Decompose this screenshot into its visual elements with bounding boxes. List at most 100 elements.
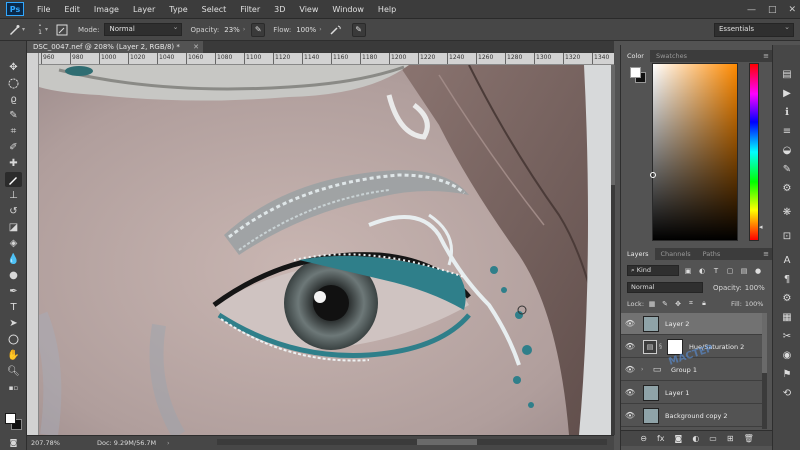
layer-row[interactable]: 👁︎ Layer 1 (621, 382, 767, 404)
menu-help[interactable]: Help (371, 0, 403, 19)
actions-icon[interactable]: ▶ (779, 86, 795, 100)
lock-pixels-icon[interactable]: ✎ (660, 300, 670, 308)
styles-icon[interactable]: ⊡ (779, 229, 795, 243)
info-icon[interactable]: ℹ (779, 105, 795, 119)
layer-style-icon[interactable]: fx (657, 434, 665, 443)
menu-3d[interactable]: 3D (267, 0, 292, 19)
brush-tool-icon[interactable] (5, 172, 22, 187)
layer-opacity-value[interactable]: 100% (745, 284, 765, 292)
menu-filter[interactable]: Filter (233, 0, 267, 19)
vertical-scrollbar-thumb[interactable] (611, 65, 615, 185)
flow-arrow-icon[interactable]: › (319, 26, 321, 33)
close-document-icon[interactable]: ✕ (193, 41, 199, 53)
path-selection-tool-icon[interactable]: ➤ (5, 316, 22, 331)
paint-bucket-tool-icon[interactable]: ◈ (5, 236, 22, 251)
layer-list-scrollbar-thumb[interactable] (762, 313, 767, 373)
maximize-button[interactable]: □ (768, 5, 777, 15)
layer-row[interactable]: 👁︎ Background copy 2 (621, 405, 767, 427)
layer-mask-thumbnail[interactable] (667, 338, 683, 355)
close-window-button[interactable]: ✕ (788, 5, 796, 15)
minimize-button[interactable]: — (747, 5, 756, 15)
menu-file[interactable]: File (30, 0, 57, 19)
visibility-eye-icon[interactable]: 👁︎ (621, 342, 639, 351)
marquee-tool-icon[interactable] (5, 76, 22, 91)
menu-window[interactable]: Window (325, 0, 371, 19)
filter-type-icon[interactable]: T (711, 266, 721, 276)
mask-link-icon[interactable]: § (659, 343, 665, 350)
history-brush-tool-icon[interactable]: ↺ (5, 204, 22, 219)
zoom-tool-icon[interactable]: 🔍︎ (5, 364, 22, 379)
character-icon[interactable]: A (779, 253, 795, 267)
brush-size-picker[interactable]: • 1 (35, 22, 45, 38)
document-tab[interactable]: DSC_0047.nef @ 208% (Layer 2, RGB/8) * ✕ (27, 41, 203, 53)
hue-slider[interactable] (749, 63, 759, 241)
layer-row[interactable]: 👁︎ › ▭ Group 1 (621, 359, 767, 381)
horizontal-scrollbar-thumb[interactable] (417, 439, 477, 445)
filter-adjustment-icon[interactable]: ◐ (697, 266, 707, 276)
new-adjustment-layer-icon[interactable]: ◐ (692, 434, 699, 443)
brush-settings-icon[interactable]: ✎ (779, 162, 795, 176)
clone-stamp-tool-icon[interactable]: ⊥ (5, 188, 22, 203)
tab-channels[interactable]: Channels (655, 248, 697, 260)
filter-smart-object-icon[interactable]: ▤ (739, 266, 749, 276)
visibility-eye-icon[interactable]: 👁︎ (621, 319, 639, 328)
color-saturation-field[interactable] (650, 63, 738, 241)
new-group-icon[interactable]: ▭ (709, 434, 717, 443)
menu-edit[interactable]: Edit (57, 0, 87, 19)
airbrush-icon[interactable] (328, 22, 344, 38)
glyphs-icon[interactable]: ⚙ (779, 291, 795, 305)
filter-shape-icon[interactable]: ▢ (725, 266, 735, 276)
color-panel-foreground-swatch[interactable] (630, 67, 641, 78)
layer-filter-kind-select[interactable]: ⌕ Kind (627, 265, 679, 276)
menu-view[interactable]: View (292, 0, 325, 19)
eyedropper-tool-icon[interactable]: ✐ (5, 140, 22, 155)
notes-icon[interactable]: ◉ (779, 348, 795, 362)
add-mask-icon[interactable]: ◙ (675, 434, 683, 443)
brush-preset-icon[interactable] (6, 22, 22, 38)
fill-value[interactable]: 100% (745, 300, 764, 308)
3d-icon[interactable]: ▦ (779, 310, 795, 324)
paragraph-icon[interactable]: ¶ (779, 272, 795, 286)
horizontal-scrollbar[interactable] (217, 439, 607, 445)
link-layers-icon[interactable]: ⊖ (640, 434, 647, 443)
filter-pixel-icon[interactable]: ▣ (683, 266, 693, 276)
hand-tool-icon[interactable]: ✋ (5, 348, 22, 363)
brush-preset-arrow-icon[interactable]: ▾ (22, 26, 25, 33)
menu-layer[interactable]: Layer (126, 0, 162, 19)
color-picker-cursor[interactable] (650, 172, 656, 178)
tab-color[interactable]: Color (621, 50, 650, 62)
visibility-eye-icon[interactable]: 👁︎ (621, 411, 639, 420)
layer-blend-mode-select[interactable]: Normal (627, 282, 703, 293)
brush-panel-icon[interactable] (54, 22, 70, 38)
tab-paths[interactable]: Paths (697, 248, 727, 260)
timeline-icon[interactable]: ✂ (779, 329, 795, 343)
visibility-eye-icon[interactable]: 👁︎ (621, 365, 639, 374)
filter-toggle-icon[interactable]: ● (753, 266, 763, 276)
history-icon[interactable]: ▤ (779, 67, 795, 81)
vertical-scrollbar[interactable] (611, 65, 615, 435)
visibility-eye-icon[interactable]: 👁︎ (621, 388, 639, 397)
workspace-select[interactable]: Essentials (714, 22, 794, 37)
opacity-arrow-icon[interactable]: › (243, 26, 245, 33)
group-expand-icon[interactable]: › (641, 366, 647, 373)
default-colors-icon[interactable]: ▪▫ (5, 383, 22, 393)
layers-panel-menu-icon[interactable]: ≡ (763, 248, 769, 260)
opacity-value[interactable]: 23% (224, 26, 240, 34)
eraser-tool-icon[interactable]: ◪ (5, 220, 22, 235)
lock-artboard-icon[interactable]: ⌗ (686, 299, 696, 308)
foreground-color-swatch[interactable] (5, 413, 16, 424)
lock-transparent-icon[interactable]: ▦ (647, 300, 657, 308)
zoom-level[interactable]: 207.78% (27, 439, 67, 447)
image-canvas[interactable] (39, 65, 611, 435)
hue-slider-arrow-icon[interactable]: ◂ (759, 223, 763, 231)
pressure-size-icon[interactable]: ✎ (351, 22, 366, 37)
menu-type[interactable]: Type (162, 0, 194, 19)
type-tool-icon[interactable]: T (5, 300, 22, 315)
layer-list-scrollbar[interactable] (762, 313, 767, 429)
lasso-tool-icon[interactable]: ϱ (5, 92, 22, 107)
clone-source-icon[interactable]: ⚙ (779, 181, 795, 195)
color-panel-menu-icon[interactable]: ≡ (763, 50, 769, 62)
healing-brush-tool-icon[interactable]: ✚ (5, 156, 22, 171)
libraries-icon[interactable]: ⚑ (779, 367, 795, 381)
layer-row[interactable]: 👁︎ Layer 2 (621, 313, 767, 335)
